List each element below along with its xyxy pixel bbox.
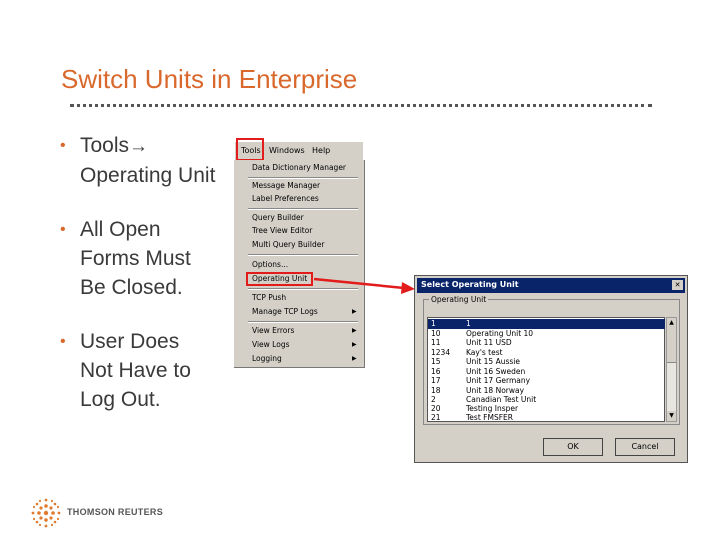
group-label: Operating Unit bbox=[429, 295, 489, 304]
menu-item-view-logs[interactable]: View Logs bbox=[252, 340, 290, 349]
bullet-text: User Does bbox=[80, 330, 180, 353]
menu-separator bbox=[248, 208, 358, 210]
select-operating-unit-dialog: Select Operating Unit ✕ Operating Unit 1… bbox=[414, 275, 688, 463]
dialog-title: Select Operating Unit bbox=[421, 280, 519, 289]
slide-title: Switch Units in Enterprise bbox=[61, 64, 358, 94]
menu-item-data-dictionary[interactable]: Data Dictionary Manager bbox=[252, 163, 346, 172]
menu-item-tree-view-editor[interactable]: Tree View Editor bbox=[252, 226, 312, 235]
bullet-text: Not Have to bbox=[80, 359, 191, 382]
bullet-dot: • bbox=[60, 221, 66, 238]
menu-separator bbox=[248, 177, 358, 179]
bullet-text: Tools bbox=[80, 134, 130, 157]
menu-item-query-builder[interactable]: Query Builder bbox=[252, 213, 304, 222]
menu-separator bbox=[248, 321, 358, 323]
list-item[interactable]: 11 Unit 11 USD bbox=[428, 338, 665, 348]
tools-highlight-box bbox=[236, 138, 264, 161]
bullet-text: All Open bbox=[80, 218, 161, 241]
operating-unit-highlight-box bbox=[246, 272, 313, 286]
scroll-thumb[interactable] bbox=[667, 328, 676, 363]
scroll-up-icon[interactable]: ▲ bbox=[667, 318, 676, 328]
cancel-button[interactable]: Cancel bbox=[615, 438, 675, 456]
menu-item-label-preferences[interactable]: Label Preferences bbox=[252, 194, 319, 203]
dialog-title-bar: Select Operating Unit ✕ bbox=[417, 278, 685, 293]
operating-unit-list[interactable]: 11 10 Operating Unit 10 11 Unit 11 USD 123… bbox=[427, 317, 665, 422]
list-item[interactable]: 17 Unit 17 Germany bbox=[428, 376, 665, 386]
menu-item-view-errors[interactable]: View Errors bbox=[252, 326, 294, 335]
bullet-text: Log Out. bbox=[80, 388, 161, 411]
menu-item-options[interactable]: Options... bbox=[252, 260, 288, 269]
arrow-right-icon: → bbox=[129, 136, 149, 157]
bullet-text: Forms Must bbox=[80, 247, 191, 270]
bullet-text: Operating Unit bbox=[80, 164, 216, 187]
menu-windows[interactable]: Windows bbox=[269, 146, 305, 155]
menu-help[interactable]: Help bbox=[312, 146, 330, 155]
title-divider bbox=[70, 104, 652, 107]
submenu-arrow-icon: ▶ bbox=[352, 308, 357, 315]
bullet-dot: • bbox=[60, 137, 66, 154]
menu-separator bbox=[248, 254, 358, 256]
menu-item-logging[interactable]: Logging bbox=[252, 354, 282, 363]
bullet-text: Be Closed. bbox=[80, 276, 183, 299]
list-item[interactable]: 11 bbox=[428, 319, 665, 329]
red-arrow-icon bbox=[313, 277, 415, 294]
submenu-arrow-icon: ▶ bbox=[352, 355, 357, 362]
tools-menu: Data Dictionary Manager Message Manager … bbox=[234, 160, 365, 368]
close-icon[interactable]: ✕ bbox=[672, 280, 683, 290]
submenu-arrow-icon: ▶ bbox=[352, 341, 357, 348]
submenu-arrow-icon: ▶ bbox=[352, 327, 357, 334]
list-item[interactable]: 21 Test FMSFER bbox=[428, 413, 665, 423]
menu-item-multi-query-builder[interactable]: Multi Query Builder bbox=[252, 240, 324, 249]
list-scrollbar[interactable]: ▲ ▼ bbox=[666, 317, 677, 422]
menu-item-tcp-push[interactable]: TCP Push bbox=[252, 293, 286, 302]
list-item[interactable]: 15 Unit 15 Aussie bbox=[428, 357, 665, 367]
ok-button[interactable]: OK bbox=[543, 438, 603, 456]
logo-text: THOMSON REUTERS bbox=[67, 507, 164, 517]
scroll-down-icon[interactable]: ▼ bbox=[667, 411, 676, 421]
bullet-dot: • bbox=[60, 333, 66, 350]
menu-item-manage-tcp-logs[interactable]: Manage TCP Logs bbox=[252, 307, 318, 316]
thomson-reuters-logo-icon bbox=[31, 498, 61, 528]
menu-item-message-manager[interactable]: Message Manager bbox=[252, 181, 320, 190]
